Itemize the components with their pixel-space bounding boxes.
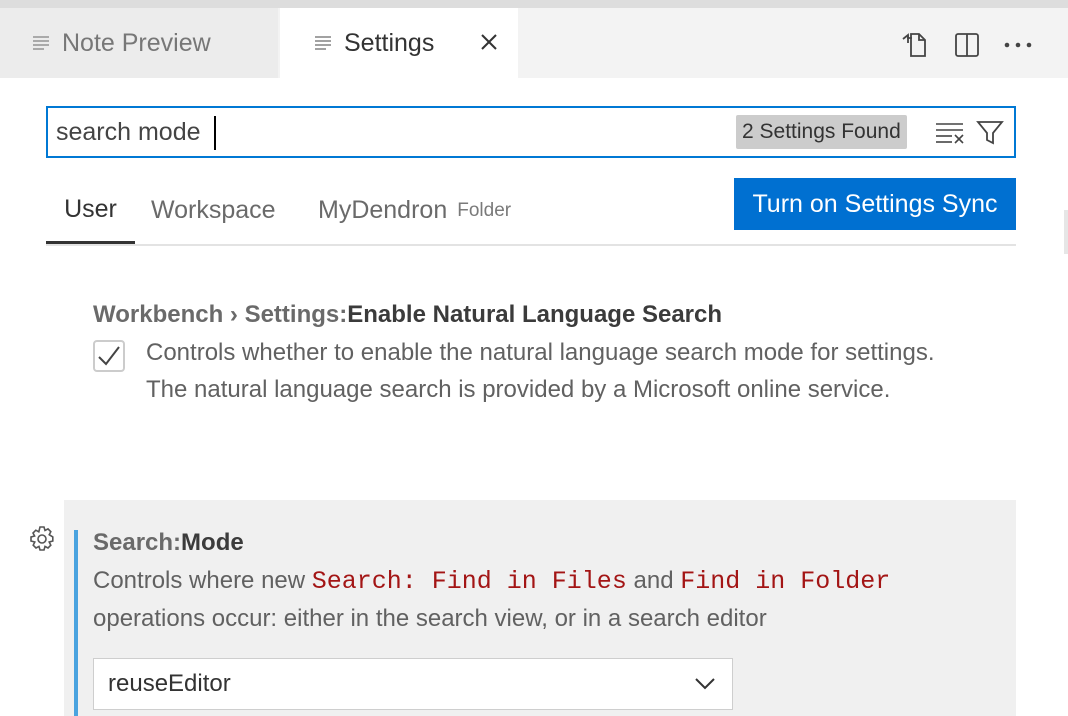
tab-label: Settings: [344, 28, 435, 57]
tab-user[interactable]: User: [46, 178, 135, 244]
split-editor-icon[interactable]: [950, 28, 984, 62]
setting-title: Search: Mode: [93, 524, 993, 562]
setting-item: Workbench › Settings: Enable Natural Lan…: [93, 296, 993, 408]
chevron-down-icon: [692, 671, 718, 697]
search-mode-select[interactable]: reuseEditor: [93, 658, 733, 710]
turn-on-settings-sync-button[interactable]: Turn on Settings Sync: [734, 178, 1016, 230]
settings-search-box: 2 Settings Found: [46, 106, 1016, 158]
setting-item-focused: Search: Mode Controls where new Search: …: [64, 500, 1016, 716]
filter-icon[interactable]: [974, 118, 1006, 148]
setting-value-row: Controls whether to enable the natural l…: [93, 334, 993, 408]
modified-indicator: [74, 530, 78, 716]
window-top-strip: [0, 0, 1068, 8]
tab-settings[interactable]: Settings: [280, 8, 518, 78]
editor-tab-bar: Note Preview Settings: [0, 8, 1068, 78]
scrollbar-thumb[interactable]: [1064, 210, 1068, 254]
lines-icon: [314, 34, 332, 52]
tab-note-preview[interactable]: Note Preview: [0, 8, 278, 78]
close-icon[interactable]: [476, 29, 502, 55]
open-settings-json-icon[interactable]: [898, 28, 932, 62]
text-caret: [214, 116, 216, 150]
checkmark-icon: [98, 346, 120, 366]
lines-icon: [32, 34, 50, 52]
desc-text: and: [626, 567, 681, 594]
gear-icon[interactable]: [27, 524, 57, 554]
more-actions-icon[interactable]: [1001, 28, 1035, 62]
tab-folder[interactable]: MyDendron Folder: [318, 178, 511, 242]
setting-category: Workbench › Settings:: [93, 301, 348, 328]
folder-name: MyDendron: [318, 195, 448, 224]
code-search-find-in-files: Search: Find in Files: [311, 567, 627, 596]
settings-search-input[interactable]: [48, 116, 718, 148]
desc-text: Controls where new: [93, 567, 312, 594]
tab-workspace[interactable]: Workspace: [151, 178, 276, 242]
selected-value: reuseEditor: [108, 670, 231, 697]
results-count-badge: 2 Settings Found: [736, 115, 907, 149]
clear-search-icon[interactable]: [934, 118, 966, 148]
setting-category: Search:: [93, 529, 182, 556]
tab-label: Note Preview: [62, 28, 211, 57]
setting-title: Workbench › Settings: Enable Natural Lan…: [93, 296, 993, 334]
setting-description: Controls where new Search: Find in Files…: [93, 562, 973, 637]
setting-key: Enable Natural Language Search: [347, 301, 723, 328]
setting-description: Controls whether to enable the natural l…: [146, 339, 935, 403]
setting-key: Mode: [181, 529, 244, 556]
enable-natural-language-search-checkbox[interactable]: [93, 340, 125, 372]
folder-scope-label: Folder: [457, 200, 512, 221]
desc-text: operations occur: either in the search v…: [93, 605, 767, 632]
setting-content: Search: Mode Controls where new Search: …: [93, 524, 993, 637]
code-find-in-folder: Find in Folder: [680, 567, 891, 596]
